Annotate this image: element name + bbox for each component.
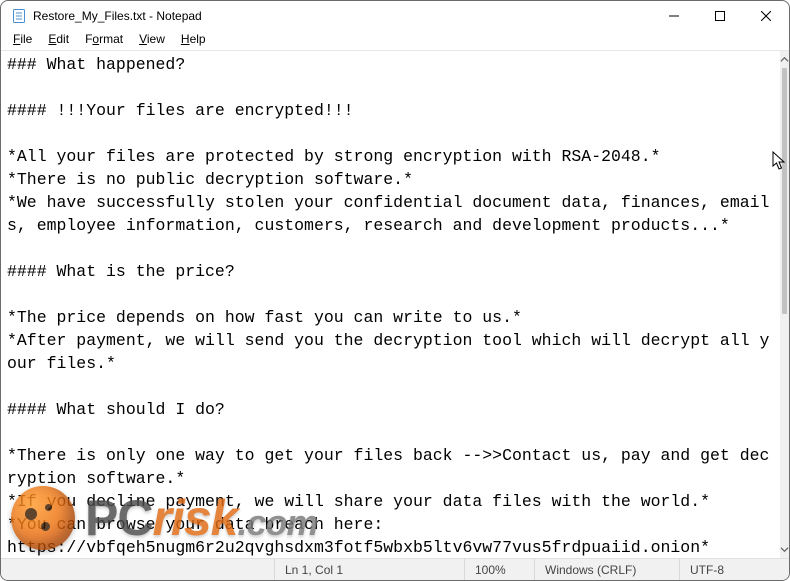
status-empty	[1, 559, 274, 580]
menubar: File Edit Format View Help	[1, 31, 789, 50]
scroll-down-icon[interactable]	[780, 541, 789, 558]
scroll-up-icon[interactable]	[780, 51, 789, 68]
window-title: Restore_My_Files.txt - Notepad	[33, 9, 202, 23]
vertical-scrollbar[interactable]	[780, 51, 789, 558]
window-controls	[651, 1, 789, 31]
scroll-track[interactable]	[780, 68, 789, 541]
menu-format[interactable]: Format	[77, 31, 131, 47]
status-line-ending: Windows (CRLF)	[534, 559, 679, 580]
statusbar: Ln 1, Col 1 100% Windows (CRLF) UTF-8	[1, 558, 789, 580]
status-zoom: 100%	[464, 559, 534, 580]
menu-help[interactable]: Help	[173, 31, 214, 47]
minimize-button[interactable]	[651, 1, 697, 31]
titlebar[interactable]: Restore_My_Files.txt - Notepad	[1, 1, 789, 31]
menu-edit[interactable]: Edit	[40, 31, 77, 47]
menu-file[interactable]: File	[5, 31, 40, 47]
scroll-thumb[interactable]	[782, 68, 787, 314]
notepad-window: Restore_My_Files.txt - Notepad File Edit…	[0, 0, 790, 581]
menu-view[interactable]: View	[131, 31, 173, 47]
status-encoding: UTF-8	[679, 559, 789, 580]
status-lncol: Ln 1, Col 1	[274, 559, 464, 580]
maximize-button[interactable]	[697, 1, 743, 31]
notepad-icon	[11, 8, 27, 24]
client-area: ### What happened? #### !!!Your files ar…	[1, 50, 789, 558]
text-editor[interactable]: ### What happened? #### !!!Your files ar…	[1, 51, 780, 558]
close-button[interactable]	[743, 1, 789, 31]
